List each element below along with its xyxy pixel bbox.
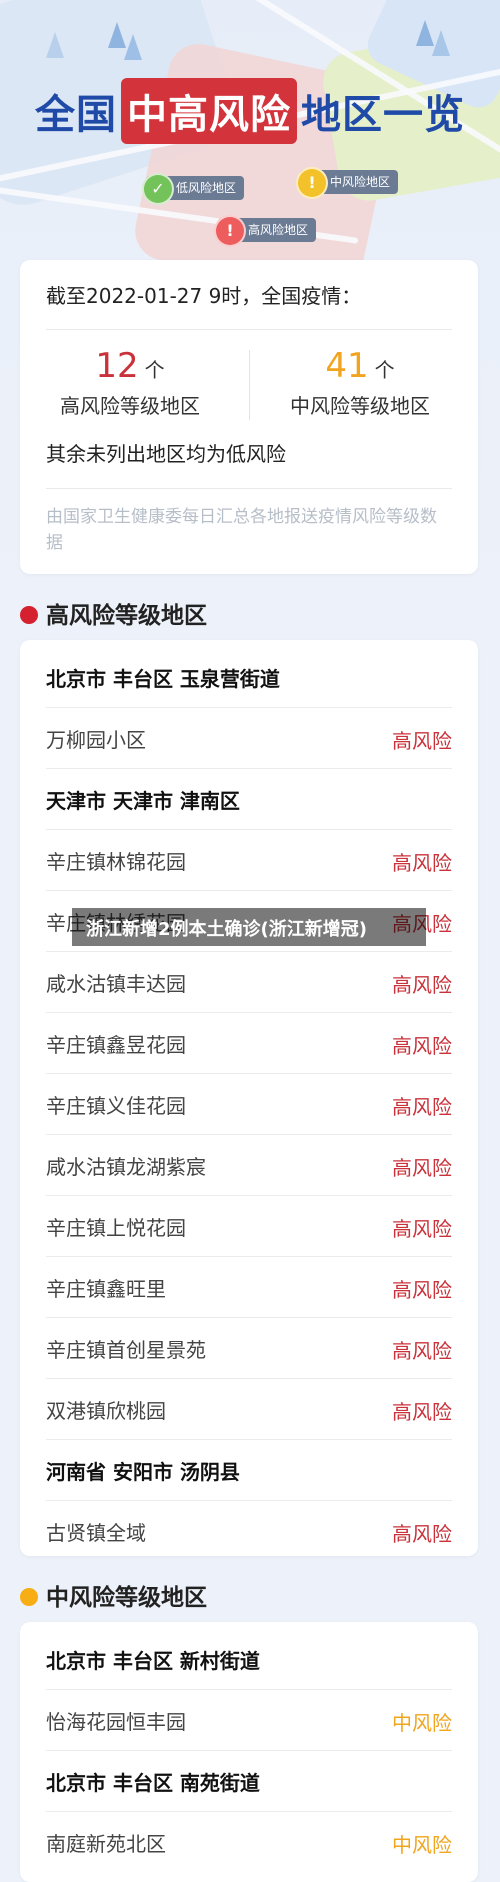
list-item-name: 怡海花园恒丰园 bbox=[46, 1710, 186, 1734]
list-item: 咸水沽镇丰达园 高风险 bbox=[46, 951, 452, 1013]
list-item-name: 双港镇欣桃园 bbox=[46, 1399, 166, 1423]
title-part-3: 地区一览 bbox=[301, 92, 465, 138]
risk-level-badge: 高风险 bbox=[392, 1400, 452, 1424]
region-name: 天津市 天津市 津南区 bbox=[46, 789, 240, 813]
region-name: 北京市 丰台区 玉泉营街道 bbox=[46, 667, 280, 691]
mid-risk-list: 北京市 丰台区 新村街道 怡海花园恒丰园 中风险 北京市 丰台区 南苑街道 南庭新苑北区… bbox=[20, 1622, 478, 1882]
data-source-note: 由国家卫生健康委每日汇总各地报送疫情风险等级数据 bbox=[46, 507, 437, 553]
list-item-name: 古贤镇全域 bbox=[46, 1521, 146, 1545]
risk-level-badge: 中风险 bbox=[392, 1833, 452, 1857]
risk-level-badge: 高风险 bbox=[392, 1217, 452, 1241]
risk-level-badge: 高风险 bbox=[392, 1095, 452, 1119]
list-item: 辛庄镇鑫旺里 高风险 bbox=[46, 1256, 452, 1318]
high-risk-count: 12 bbox=[95, 346, 139, 386]
tree-icon bbox=[432, 30, 450, 56]
mid-risk-stat: 41 个 中风险等级地区 bbox=[250, 346, 470, 419]
low-risk-note: 其余未列出地区均为低风险 bbox=[46, 442, 286, 466]
legend-mid-risk: ! 中风险地区 bbox=[296, 167, 399, 199]
watermark-text: 浙江新增2例本土确诊(浙江新增冠) bbox=[86, 919, 367, 940]
high-risk-label: 高风险等级地区 bbox=[60, 394, 200, 418]
list-item-name: 辛庄镇上悦花园 bbox=[46, 1216, 186, 1240]
mid-risk-unit: 个 bbox=[374, 358, 395, 382]
divider bbox=[46, 488, 452, 489]
list-item: 辛庄镇义佳花园 高风险 bbox=[46, 1073, 452, 1135]
tree-icon bbox=[46, 32, 64, 58]
region-header: 河南省 安阳市 汤阴县 bbox=[46, 1439, 452, 1501]
list-item: 古贤镇全域 高风险 bbox=[46, 1500, 452, 1561]
risk-level-badge: 高风险 bbox=[392, 1156, 452, 1180]
risk-level-badge: 中风险 bbox=[392, 1711, 452, 1735]
list-item: 辛庄镇上悦花园 高风险 bbox=[46, 1195, 452, 1257]
list-item: 双港镇欣桃园 高风险 bbox=[46, 1378, 452, 1440]
list-item: 辛庄镇林锦花园 高风险 bbox=[46, 829, 452, 891]
list-item-name: 辛庄镇首创星景苑 bbox=[46, 1338, 206, 1362]
region-name: 北京市 丰台区 新村街道 bbox=[46, 1649, 260, 1673]
title-highlight: 中高风险 bbox=[121, 78, 297, 144]
watermark-caption: 浙江新增2例本土确诊(浙江新增冠) bbox=[72, 908, 426, 946]
list-item: 怡海花园恒丰园 中风险 bbox=[46, 1689, 452, 1751]
list-item: 辛庄镇首创星景苑 高风险 bbox=[46, 1317, 452, 1379]
region-header: 北京市 丰台区 新村街道 bbox=[46, 1628, 452, 1690]
legend-mid-label: 中风险地区 bbox=[330, 175, 391, 189]
red-dot-icon bbox=[20, 606, 38, 624]
region-name: 北京市 丰台区 南苑街道 bbox=[46, 1771, 260, 1795]
high-risk-section-title: 高风险等级地区 bbox=[20, 596, 207, 630]
risk-level-badge: 高风险 bbox=[392, 1278, 452, 1302]
region-header: 北京市 丰台区 南苑街道 bbox=[46, 1750, 452, 1812]
risk-level-badge: 高风险 bbox=[392, 1522, 452, 1546]
risk-level-badge: 高风险 bbox=[392, 1339, 452, 1363]
high-risk-section-label: 高风险等级地区 bbox=[46, 603, 207, 629]
legend-high-risk: ! 高风险地区 bbox=[214, 215, 317, 247]
page-title: 全国 中高风险 地区一览 bbox=[0, 78, 500, 144]
risk-level-badge: 高风险 bbox=[392, 729, 452, 753]
header-banner: 全国 中高风险 地区一览 ✓ 低风险地区 ! 中风险地区 ! 高风险地区 bbox=[0, 0, 500, 260]
orange-dot-icon bbox=[20, 1588, 38, 1606]
list-item-name: 辛庄镇林锦花园 bbox=[46, 850, 186, 874]
region-header: 天津市 天津市 津南区 bbox=[46, 768, 452, 830]
mid-risk-section-title: 中风险等级地区 bbox=[20, 1578, 207, 1612]
mid-risk-section-label: 中风险等级地区 bbox=[46, 1585, 207, 1611]
risk-level-badge: 高风险 bbox=[392, 851, 452, 875]
list-item-name: 咸水沽镇丰达园 bbox=[46, 972, 186, 996]
divider bbox=[46, 329, 452, 330]
risk-level-badge: 高风险 bbox=[392, 1034, 452, 1058]
legend-low-risk: ✓ 低风险地区 bbox=[142, 173, 245, 205]
legend-low-label: 低风险地区 bbox=[176, 181, 237, 195]
summary-card: 截至2022-01-27 9时，全国疫情： 12 个 高风险等级地区 41 个 中风… bbox=[20, 260, 478, 574]
exclamation-icon: ! bbox=[296, 167, 328, 199]
list-item-name: 南庭新苑北区 bbox=[46, 1832, 166, 1856]
list-item: 南庭新苑北区 中风险 bbox=[46, 1811, 452, 1872]
list-item-name: 辛庄镇鑫旺里 bbox=[46, 1277, 166, 1301]
list-item: 万柳园小区 高风险 bbox=[46, 707, 452, 769]
risk-level-badge: 高风险 bbox=[392, 973, 452, 997]
list-item: 辛庄镇鑫昱花园 高风险 bbox=[46, 1012, 452, 1074]
as-of-text: 截至2022-01-27 9时，全国疫情： bbox=[46, 284, 362, 308]
mid-risk-count: 41 bbox=[325, 346, 369, 386]
exclamation-icon: ! bbox=[214, 215, 246, 247]
list-item: 咸水沽镇龙湖紫宸 高风险 bbox=[46, 1134, 452, 1196]
title-part-1: 全国 bbox=[35, 92, 117, 138]
check-icon: ✓ bbox=[142, 173, 174, 205]
list-item-name: 辛庄镇鑫昱花园 bbox=[46, 1033, 186, 1057]
tree-icon bbox=[124, 34, 142, 60]
high-risk-list: 北京市 丰台区 玉泉营街道 万柳园小区 高风险 天津市 天津市 津南区 辛庄镇林锦花园高… bbox=[20, 640, 478, 1556]
high-risk-stat: 12 个 高风险等级地区 bbox=[20, 346, 240, 419]
mid-risk-label: 中风险等级地区 bbox=[290, 394, 430, 418]
list-item-name: 辛庄镇义佳花园 bbox=[46, 1094, 186, 1118]
high-risk-unit: 个 bbox=[144, 358, 165, 382]
list-item-name: 万柳园小区 bbox=[46, 728, 146, 752]
list-item-name: 咸水沽镇龙湖紫宸 bbox=[46, 1155, 206, 1179]
legend-high-label: 高风险地区 bbox=[248, 223, 309, 237]
region-header: 北京市 丰台区 玉泉营街道 bbox=[46, 646, 452, 708]
region-name: 河南省 安阳市 汤阴县 bbox=[46, 1460, 240, 1484]
